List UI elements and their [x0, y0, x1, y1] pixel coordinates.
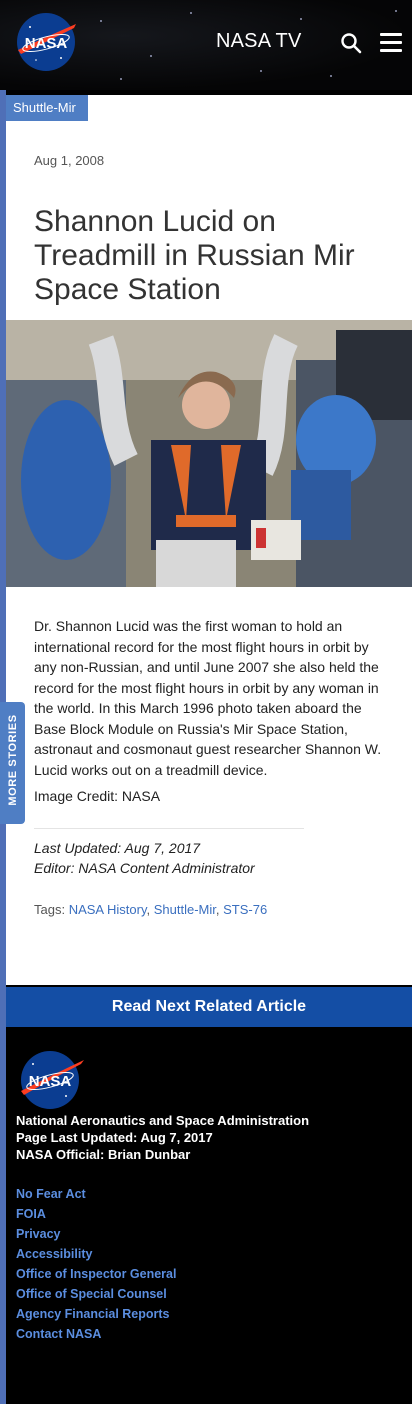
- footer-logo-text: NASA: [29, 1073, 72, 1090]
- tags-label: Tags:: [34, 902, 66, 917]
- footer-link-special-counsel[interactable]: Office of Special Counsel: [16, 1284, 176, 1304]
- footer-agency-info: National Aeronautics and Space Administr…: [16, 1112, 309, 1163]
- footer-link-contact-nasa[interactable]: Contact NASA: [16, 1324, 176, 1344]
- read-next-button[interactable]: Read Next Related Article: [6, 987, 412, 1027]
- search-icon[interactable]: [340, 32, 362, 54]
- footer-link-accessibility[interactable]: Accessibility: [16, 1244, 176, 1264]
- nasa-official: NASA Official: Brian Dunbar: [16, 1147, 191, 1162]
- image-credit: Image Credit: NASA: [34, 788, 161, 804]
- site-header: NASA NASA TV: [0, 0, 412, 90]
- category-tag[interactable]: Shuttle-Mir: [6, 95, 88, 121]
- footer-link-no-fear-act[interactable]: No Fear Act: [16, 1184, 176, 1204]
- footer-link-inspector-general[interactable]: Office of Inspector General: [16, 1264, 176, 1284]
- logo-text: NASA: [25, 35, 68, 52]
- article-date: Aug 1, 2008: [34, 153, 105, 168]
- article-image[interactable]: [6, 320, 412, 587]
- footer-links: No Fear Act FOIA Privacy Accessibility O…: [16, 1184, 176, 1344]
- article-title: Shannon Lucid on Treadmill in Russian Mi…: [34, 205, 355, 306]
- tag-separator: ,: [146, 902, 151, 917]
- footer-link-financial-reports[interactable]: Agency Financial Reports: [16, 1304, 176, 1324]
- tag-link-nasa-history[interactable]: NASA History: [69, 902, 147, 917]
- last-updated: Last Updated: Aug 7, 2017: [34, 840, 201, 856]
- more-stories-tab[interactable]: MORE STORIES: [0, 702, 25, 824]
- hamburger-menu-icon[interactable]: [380, 33, 402, 52]
- more-stories-label: MORE STORIES: [7, 714, 19, 806]
- page-last-updated: Page Last Updated: Aug 7, 2017: [16, 1130, 213, 1145]
- tag-link-sts-76[interactable]: STS-76: [223, 902, 267, 917]
- footer-nasa-logo[interactable]: NASA: [18, 1046, 84, 1112]
- footer-link-foia[interactable]: FOIA: [16, 1204, 176, 1224]
- editor: Editor: NASA Content Administrator: [34, 860, 255, 876]
- tags-row: Tags: NASA History, Shuttle-Mir, STS-76: [34, 902, 267, 917]
- tag-separator: ,: [215, 902, 220, 917]
- agency-name: National Aeronautics and Space Administr…: [16, 1113, 310, 1128]
- footer-link-privacy[interactable]: Privacy: [16, 1224, 176, 1244]
- nasa-logo[interactable]: NASA: [16, 12, 76, 72]
- article-description: Dr. Shannon Lucid was the first woman to…: [34, 618, 382, 778]
- nasa-tv-link[interactable]: NASA TV: [216, 30, 302, 53]
- tag-link-shuttle-mir[interactable]: Shuttle-Mir: [154, 902, 216, 917]
- divider: [34, 828, 304, 829]
